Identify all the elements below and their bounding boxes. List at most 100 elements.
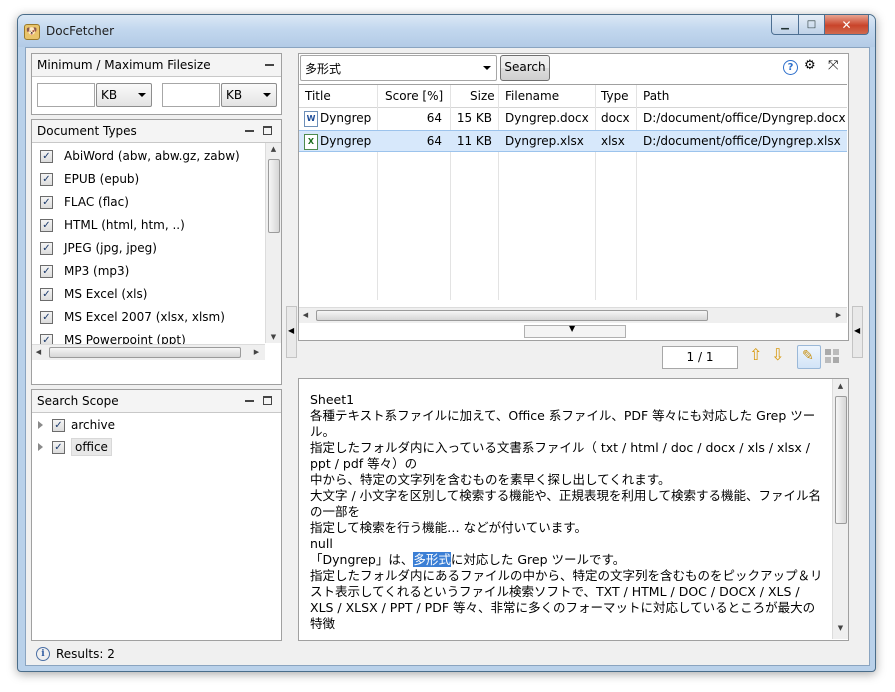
cell-size: 15 KB [456, 111, 492, 125]
column-header-title[interactable]: Title [305, 89, 331, 103]
column-header-path[interactable]: Path [643, 89, 669, 103]
checkbox[interactable]: ✓ [40, 172, 53, 186]
checkbox[interactable]: ✓ [40, 310, 53, 324]
status-bar: i Results: 2 [26, 644, 869, 665]
page-indicator: 1 / 1 [662, 346, 738, 369]
document-type-item[interactable]: ✓ JPEG (jpg, jpeg) [40, 237, 157, 259]
scroll-up-arrow-icon[interactable]: ▲ [266, 145, 281, 153]
scroll-up-arrow-icon[interactable]: ▲ [833, 382, 848, 390]
expand-arrow-icon[interactable] [38, 443, 43, 451]
scroll-thumb[interactable] [316, 310, 708, 321]
minimize-button[interactable]: ▁ [771, 15, 799, 35]
minimize-panel-icon[interactable] [265, 61, 274, 66]
document-type-label: FLAC (flac) [64, 195, 129, 209]
html-preview-grid-icon[interactable] [825, 349, 839, 363]
highlighter-pen-icon: ✎ [802, 348, 814, 364]
scope-folder-label: office [71, 438, 112, 456]
document-type-item[interactable]: ✓ HTML (html, htm, ..) [40, 214, 185, 236]
min-filesize-input[interactable] [37, 83, 95, 107]
next-occurrence-arrow-down-icon[interactable]: ⇩ [771, 347, 784, 363]
client-area: Minimum / Maximum Filesize KB KB Documen… [25, 47, 870, 666]
scope-folder-item[interactable]: ✓ archive [38, 415, 115, 435]
doctypes-vertical-scrollbar[interactable]: ▲ ▼ [265, 143, 281, 343]
document-type-label: AbiWord (abw, abw.gz, zabw) [64, 149, 240, 163]
close-button[interactable]: ✕ [825, 15, 869, 35]
cell-path: D:/document/office/Dyngrep.docx [643, 111, 846, 125]
maximize-panel-icon[interactable] [263, 126, 272, 135]
search-query-input[interactable]: 多形式 [300, 55, 497, 81]
checkbox[interactable]: ✓ [40, 218, 53, 232]
cell-score: 64 [426, 111, 442, 125]
checkbox[interactable]: ✓ [40, 149, 53, 163]
scroll-thumb[interactable] [268, 159, 280, 233]
scroll-down-arrow-icon[interactable]: ▼ [266, 333, 281, 341]
minimize-panel-icon[interactable] [245, 397, 254, 402]
document-type-label: JPEG (jpg, jpeg) [64, 241, 157, 255]
scope-folder-item[interactable]: ✓ office [38, 437, 112, 457]
results-table-header: Title Score [%] Size Filename Type Path [299, 85, 847, 108]
max-unit-select[interactable]: KB [221, 83, 277, 107]
maximize-panel-icon[interactable] [263, 396, 272, 405]
table-row[interactable]: W Dyngrep 64 15 KB Dyngrep.docx docx D:/docume… [299, 108, 847, 130]
chevron-left-icon: ◀ [854, 326, 861, 335]
max-filesize-input[interactable] [162, 83, 220, 107]
minimize-panel-icon[interactable] [245, 127, 254, 132]
preview-toolbar: 1 / 1 ⇧ ⇩ ✎ [298, 344, 849, 374]
table-row[interactable]: X Dyngrep 64 11 KB Dyngrep.xlsx xlsx D:/docume… [299, 130, 847, 152]
results-panel: 多形式 Search ? ⚙ ⤧ Title Score [%] Size Fi… [298, 53, 849, 341]
column-header-type[interactable]: Type [601, 89, 629, 103]
column-header-filename[interactable]: Filename [505, 89, 559, 103]
document-type-item[interactable]: ✓ FLAC (flac) [40, 191, 129, 213]
title-bar[interactable]: 🐶 DocFetcher ▁ □ ✕ [18, 15, 875, 47]
chevron-left-icon: ◀ [288, 326, 295, 335]
document-type-item[interactable]: ✓ AbiWord (abw, abw.gz, zabw) [40, 145, 240, 167]
document-type-item[interactable]: ✓ MS Excel (xls) [40, 283, 147, 305]
highlight-toggle-button[interactable]: ✎ [797, 345, 821, 369]
document-type-item[interactable]: ✓ MS Excel 2007 (xlsx, xlsm) [40, 306, 225, 328]
collapse-results-handle[interactable]: ▼ [524, 324, 626, 338]
preferences-gear-icon[interactable]: ⚙ [804, 59, 816, 73]
previous-occurrence-arrow-up-icon[interactable]: ⇧ [749, 347, 762, 363]
scope-folder-label: archive [71, 418, 116, 432]
scroll-thumb[interactable] [49, 347, 241, 358]
checkbox[interactable]: ✓ [52, 418, 65, 432]
scroll-right-arrow-icon[interactable]: ▶ [252, 348, 261, 356]
chevron-down-icon [138, 93, 146, 97]
column-header-size[interactable]: Size [470, 89, 495, 103]
checkbox[interactable]: ✓ [40, 195, 53, 209]
column-header-score[interactable]: Score [%] [385, 89, 443, 103]
window-title: DocFetcher [46, 24, 115, 38]
preview-pane: Sheet1 各種テキスト系ファイルに加えて、Office 系ファイル、PDF … [298, 378, 849, 641]
cell-type: xlsx [601, 134, 625, 148]
help-icon[interactable]: ? [783, 60, 798, 75]
scroll-down-arrow-icon[interactable]: ▼ [833, 624, 848, 632]
checkbox[interactable]: ✓ [40, 241, 53, 255]
document-type-item[interactable]: ✓ EPUB (epub) [40, 168, 139, 190]
scroll-left-arrow-icon[interactable]: ◀ [34, 348, 43, 356]
compact-view-icon[interactable]: ⤧ [828, 59, 838, 73]
document-type-item[interactable]: ✓ MP3 (mp3) [40, 260, 129, 282]
maximize-button[interactable]: □ [799, 15, 825, 35]
results-count: Results: 2 [56, 647, 115, 661]
collapse-right-panel-tab[interactable]: ◀ [852, 306, 863, 358]
min-unit-select[interactable]: KB [96, 83, 152, 107]
word-file-icon: W [304, 111, 318, 127]
chevron-down-icon [483, 66, 491, 70]
preview-vertical-scrollbar[interactable]: ▲ ▼ [832, 379, 848, 639]
search-scope-panel: Search Scope ✓ archive ✓ office [31, 389, 282, 641]
checkbox[interactable]: ✓ [40, 287, 53, 301]
results-horizontal-scrollbar[interactable]: ◀ ▶ [299, 307, 847, 323]
checkbox[interactable]: ✓ [40, 264, 53, 278]
expand-arrow-icon[interactable] [38, 421, 43, 429]
search-button[interactable]: Search [500, 55, 550, 81]
collapse-left-panel-tab[interactable]: ◀ [286, 306, 297, 358]
scroll-thumb[interactable] [835, 396, 847, 524]
app-dog-icon: 🐶 [24, 24, 40, 40]
doctypes-horizontal-scrollbar[interactable]: ◀ ▶ [32, 344, 265, 360]
checkbox[interactable]: ✓ [52, 440, 65, 454]
chevron-down-icon [263, 93, 271, 97]
cell-filename: Dyngrep.docx [505, 111, 589, 125]
scroll-right-arrow-icon[interactable]: ▶ [834, 311, 843, 319]
scroll-left-arrow-icon[interactable]: ◀ [301, 311, 310, 319]
preview-text[interactable]: Sheet1 各種テキスト系ファイルに加えて、Office 系ファイル、PDF … [310, 392, 825, 632]
